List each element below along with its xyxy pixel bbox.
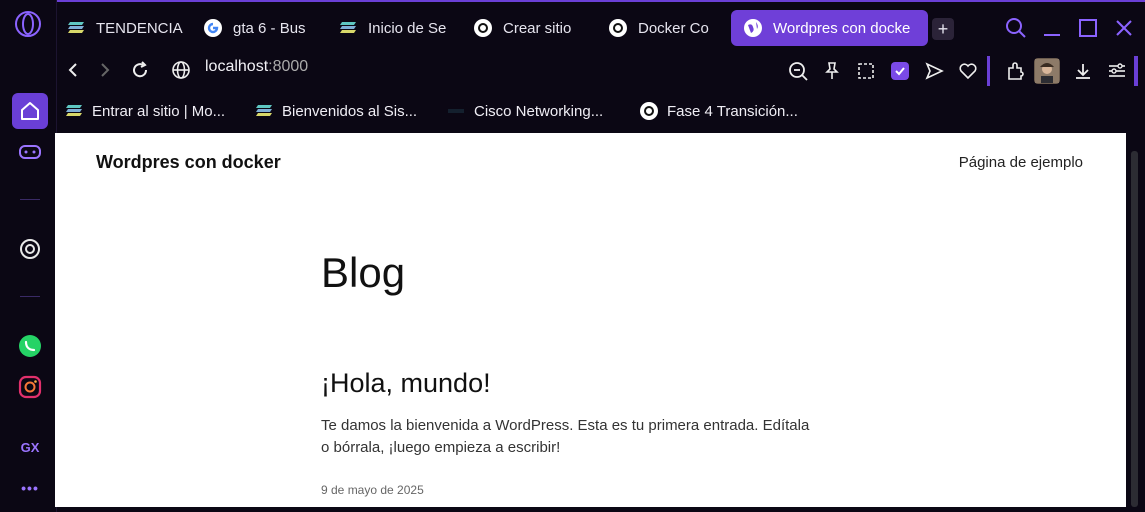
reload-icon	[133, 61, 148, 78]
post-excerpt: Te damos la bienvenida a WordPress. Esta…	[321, 417, 810, 456]
back-button[interactable]	[59, 56, 87, 84]
toolbar-edge	[1134, 56, 1138, 86]
opera-logo-icon[interactable]	[10, 6, 46, 42]
tab-bar: TENDENCIA gta 6 - Bus Inicio de Se Crear…	[56, 0, 1145, 56]
more-icon[interactable]: •••	[12, 470, 48, 506]
gamepad-icon	[19, 145, 41, 159]
chatgpt-icon	[20, 239, 40, 259]
tab-1[interactable]: gta 6 - Bus	[203, 10, 321, 46]
bookmark-item[interactable]: Entrar al sitio | Mo...	[64, 101, 225, 121]
page-title: Blog	[321, 249, 406, 296]
cisco-icon	[446, 101, 466, 121]
send-icon[interactable]	[921, 58, 947, 84]
bookmarks-bar: Entrar al sitio | Mo... Bienvenidos al S…	[56, 94, 1145, 128]
search-icon[interactable]	[1004, 16, 1028, 40]
forward-icon	[101, 63, 110, 77]
bookmark-item[interactable]: Fase 4 Transición...	[639, 101, 798, 121]
forward-button[interactable]	[91, 56, 119, 84]
stack-icon	[66, 18, 86, 38]
site-title[interactable]: Wordpres con docker	[96, 152, 281, 173]
sidebar-divider	[20, 199, 40, 200]
pin-icon[interactable]	[819, 58, 845, 84]
sidebar-item-chatgpt[interactable]	[12, 231, 48, 267]
reload-button[interactable]	[126, 56, 154, 84]
url-host: localhost	[205, 58, 269, 75]
post-title[interactable]: ¡Hola, mundo!	[321, 368, 491, 399]
address-bar: localhost:8000	[56, 56, 1145, 86]
globe-icon	[743, 18, 763, 38]
bookmark-label: Fase 4 Transición...	[667, 102, 798, 120]
nav-link-sample-page[interactable]: Página de ejemplo	[959, 154, 1083, 171]
easy-setup-icon[interactable]	[1104, 58, 1130, 84]
scrollbar[interactable]	[1126, 133, 1145, 512]
stack-icon	[64, 101, 84, 121]
site-info-icon[interactable]	[167, 56, 195, 84]
post-date[interactable]: 9 de mayo de 2025	[321, 483, 424, 497]
sidebar-item-home[interactable]	[12, 93, 48, 129]
zoom-out-icon[interactable]	[785, 58, 811, 84]
download-icon[interactable]	[1070, 58, 1096, 84]
tab-active[interactable]: Wordpres con docke	[731, 10, 928, 46]
bookmark-item[interactable]: Bienvenidos al Sis...	[254, 101, 417, 121]
sidebar-item-instagram[interactable]	[12, 369, 48, 405]
toolbar-divider	[987, 56, 990, 86]
scrollbar-thumb[interactable]	[1131, 151, 1138, 507]
back-icon	[68, 63, 77, 77]
chatgpt-icon	[473, 18, 493, 38]
sidebar-divider	[20, 296, 40, 297]
heart-icon[interactable]	[955, 58, 981, 84]
url-field[interactable]: localhost:8000	[205, 58, 308, 76]
bookmark-label: Bienvenidos al Sis...	[282, 102, 418, 120]
shield-icon[interactable]	[887, 58, 913, 84]
stack-icon	[254, 101, 274, 121]
sidebar-item-gx[interactable]: GX	[12, 429, 48, 465]
tab-0[interactable]: TENDENCIA	[66, 10, 186, 46]
sidebar: GX •••	[0, 0, 57, 512]
tab-2[interactable]: Inicio de Se	[338, 10, 456, 46]
whatsapp-icon	[19, 335, 41, 357]
webpage: Wordpres con docker Página de ejemplo Bl…	[55, 133, 1126, 507]
google-icon	[203, 18, 223, 38]
new-tab-button[interactable]: +	[932, 18, 954, 40]
chatgpt-icon	[639, 101, 659, 121]
extensions-icon[interactable]	[1003, 58, 1029, 84]
tab-3[interactable]: Crear sitio	[473, 10, 577, 46]
stack-icon	[338, 18, 358, 38]
url-port: :8000	[268, 58, 309, 75]
tab-4[interactable]: Docker Co	[608, 10, 714, 46]
sidebar-item-gx-control[interactable]	[12, 134, 48, 170]
bookmark-label: Cisco Networking...	[474, 102, 604, 120]
maximize-icon[interactable]	[1076, 16, 1100, 40]
home-icon	[21, 102, 39, 120]
bookmark-label: Entrar al sitio | Mo...	[92, 102, 226, 120]
minimize-icon[interactable]	[1040, 16, 1064, 40]
bookmark-item[interactable]: Cisco Networking...	[446, 101, 603, 121]
chatgpt-icon	[608, 18, 628, 38]
close-icon[interactable]	[1112, 16, 1136, 40]
sidebar-item-whatsapp[interactable]	[12, 328, 48, 364]
instagram-icon	[18, 375, 42, 399]
snapshot-icon[interactable]	[853, 58, 879, 84]
avatar[interactable]	[1034, 58, 1060, 84]
